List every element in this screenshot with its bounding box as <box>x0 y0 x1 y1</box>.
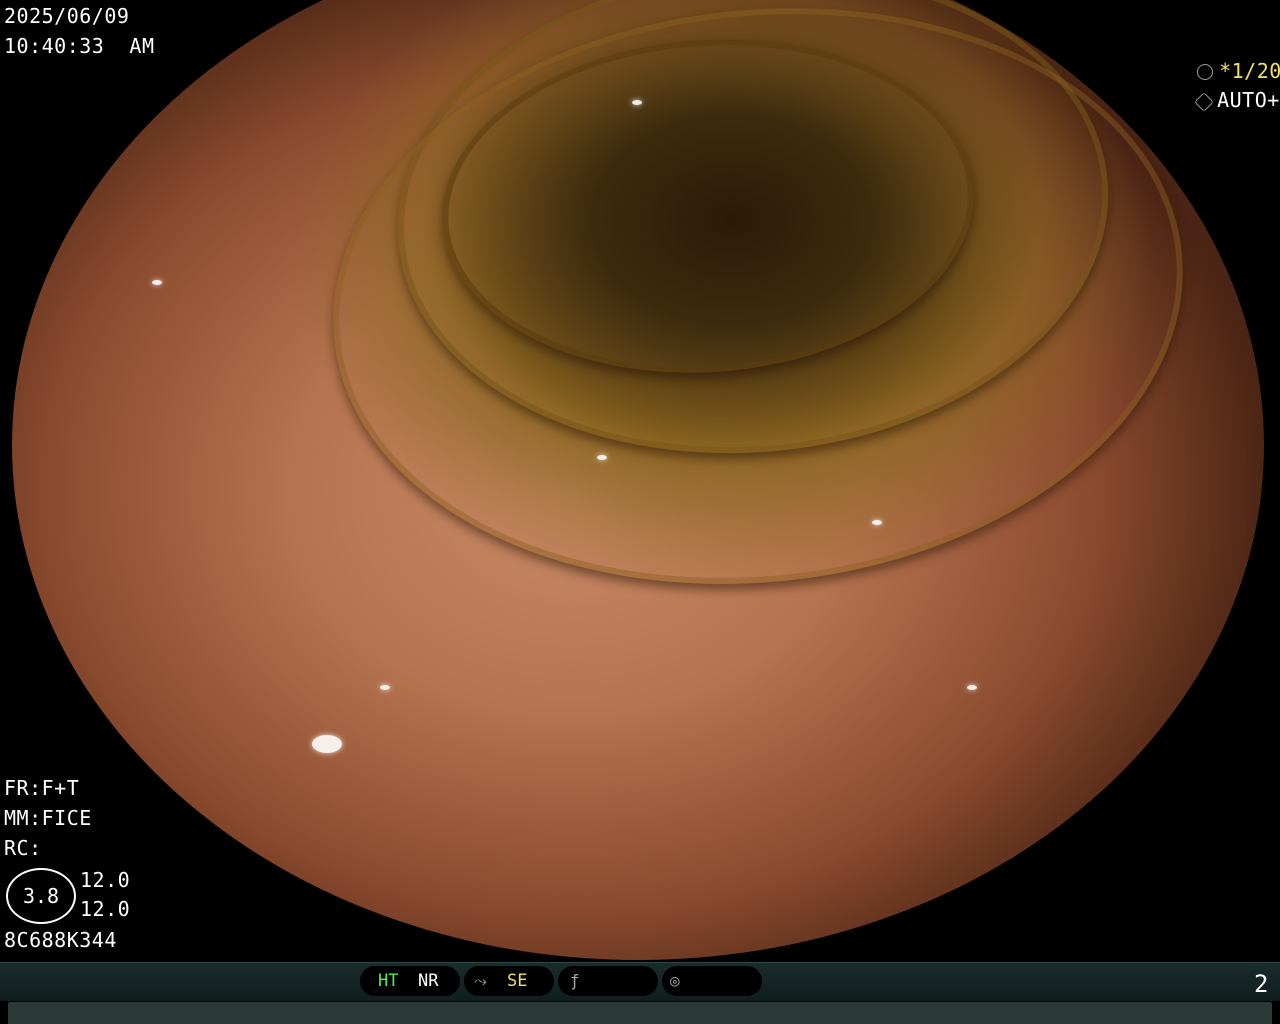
time-label: 10:40:33 AM <box>4 34 155 58</box>
specular-highlight <box>312 735 342 753</box>
se-icon: ⤳ <box>474 971 487 990</box>
specular-highlight <box>1012 860 1022 865</box>
value-a: 12.0 <box>80 868 131 892</box>
f-icon: ƒ <box>570 971 580 990</box>
nr-label: NR <box>418 971 439 991</box>
specular-highlight <box>380 685 390 690</box>
value-b: 12.0 <box>80 897 131 921</box>
ht-label: HT <box>378 971 399 991</box>
bottom-strip <box>8 1002 1272 1024</box>
circle-value: 3.8 <box>6 868 76 924</box>
iris-icon <box>1194 92 1214 112</box>
ht-nr-pill <box>360 966 460 996</box>
iris-readout: AUTO+4 <box>1172 64 1280 112</box>
specular-highlight <box>152 280 162 285</box>
endoscope-view <box>12 0 1264 960</box>
fr-label: FR:F+T <box>4 776 80 800</box>
mm-label: MM:FICE <box>4 806 92 830</box>
specular-highlight <box>872 520 882 525</box>
se-label: SE <box>507 971 528 991</box>
serial-label: 8C688K344 <box>4 928 117 952</box>
date-label: 2025/06/09 <box>4 4 130 28</box>
specular-highlight <box>967 685 977 690</box>
specular-highlight <box>632 100 642 105</box>
a-icon: ◎ <box>670 971 680 990</box>
rc-label: RC: <box>4 836 42 860</box>
page-number: 2 <box>1254 970 1269 998</box>
specular-highlight <box>597 455 607 460</box>
